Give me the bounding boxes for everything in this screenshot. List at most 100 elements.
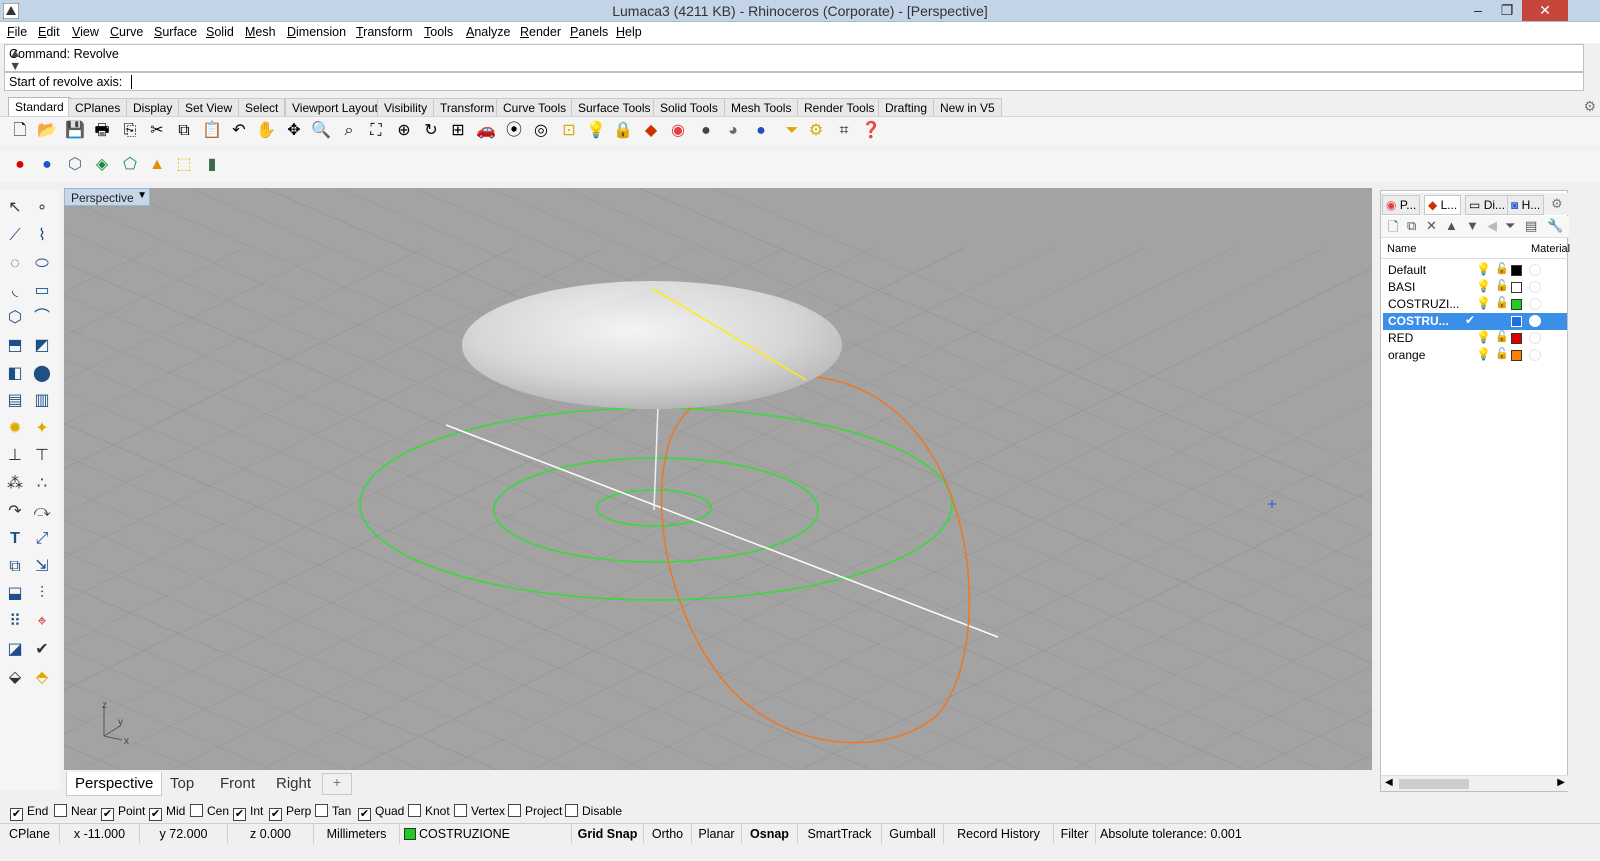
layer-tools-wrench-icon[interactable]: 🔧: [1547, 218, 1563, 234]
join-icon[interactable]: ↷: [3, 500, 27, 524]
layer-material-icon[interactable]: [1529, 281, 1541, 293]
osnap-point-checkbox[interactable]: ✔: [101, 808, 114, 821]
close-button[interactable]: ✕: [1522, 0, 1568, 21]
menu-view[interactable]: View: [72, 25, 99, 39]
filter-icon[interactable]: ⏷: [781, 120, 803, 142]
move-view-icon[interactable]: ✥: [283, 120, 305, 142]
layer-visible-bulb-icon[interactable]: 💡: [1476, 262, 1491, 276]
viewport-menu-chevron-down-icon[interactable]: ▼: [137, 190, 147, 201]
toolbar-settings-gear-icon[interactable]: ⚙: [1583, 98, 1596, 115]
history-scroll-down-icon[interactable]: ▼: [9, 59, 1581, 73]
zoom-window-icon[interactable]: ⌕: [338, 120, 360, 142]
layers-horizontal-scrollbar[interactable]: ◀ ▶: [1381, 775, 1569, 791]
tab-set-view[interactable]: Set View: [178, 98, 240, 116]
surface-points-icon[interactable]: ⬒: [3, 334, 27, 358]
tab-surface-tools[interactable]: Surface Tools: [571, 98, 658, 116]
menu-curve[interactable]: Curve: [110, 25, 143, 39]
scroll-thumb[interactable]: [1399, 779, 1469, 789]
properties-icon[interactable]: ⌗: [833, 120, 855, 142]
layer-unlock-icon[interactable]: 🔓: [1495, 262, 1509, 275]
layer-color-swatch[interactable]: [1511, 265, 1522, 276]
osnap-int-checkbox[interactable]: ✔: [233, 808, 246, 821]
rotate-view-icon[interactable]: ↻: [420, 120, 442, 142]
layer-color-swatch[interactable]: [1511, 282, 1522, 293]
box-icon[interactable]: ⬡: [64, 154, 86, 176]
minimize-button[interactable]: –: [1463, 0, 1493, 21]
arc-icon[interactable]: ◟: [3, 279, 27, 303]
filter-toggle[interactable]: Filter: [1054, 824, 1096, 845]
trim-icon[interactable]: ⊥: [3, 444, 27, 468]
green-shape-icon[interactable]: ◈: [91, 154, 113, 176]
layer-color-swatch[interactable]: [1511, 316, 1522, 327]
rectangle-icon[interactable]: ▭: [30, 279, 54, 303]
menu-analyze[interactable]: Analyze: [466, 25, 510, 39]
new-file-icon[interactable]: 🗋: [9, 120, 31, 142]
menu-panels[interactable]: Panels: [570, 25, 608, 39]
osnap-project[interactable]: Project: [508, 804, 562, 818]
osnap-cen[interactable]: Cen: [190, 804, 229, 818]
point-icon[interactable]: ∘: [30, 196, 54, 220]
move-down-icon[interactable]: ▼: [1466, 218, 1479, 233]
osnap-vertex[interactable]: Vertex: [454, 804, 505, 818]
smarttrack-toggle[interactable]: SmartTrack: [798, 824, 882, 845]
viewport-title[interactable]: Perspective ▼: [64, 188, 150, 206]
ungroup-icon[interactable]: ∴: [30, 472, 54, 496]
car-icon[interactable]: 🚗: [475, 120, 497, 142]
layer-row-default[interactable]: Default 💡 🔓: [1383, 262, 1567, 279]
status-current-layer[interactable]: COSTRUZIONE: [400, 824, 572, 845]
layer-unlock-icon[interactable]: 🔓: [1495, 330, 1509, 343]
osnap-vertex-checkbox[interactable]: [454, 804, 467, 817]
menu-dimension[interactable]: Dimension: [287, 25, 346, 39]
layer-row-costru-current[interactable]: COSTRU... ✔: [1383, 313, 1567, 330]
layer-visible-bulb-icon[interactable]: 💡: [1476, 330, 1491, 344]
osnap-cen-checkbox[interactable]: [190, 804, 203, 817]
color-wheel-icon[interactable]: ◉: [667, 120, 689, 142]
osnap-perp-checkbox[interactable]: ✔: [269, 808, 282, 821]
boolean-icon[interactable]: ⬤: [30, 362, 54, 386]
osnap-quad[interactable]: ✔ Quad: [358, 804, 404, 821]
layer-icon[interactable]: ◆: [640, 120, 662, 142]
menu-tools[interactable]: Tools: [424, 25, 453, 39]
vptab-front[interactable]: Front: [212, 772, 263, 796]
extrusion-icon[interactable]: ▮: [201, 154, 223, 176]
new-layer-icon[interactable]: 🗋: [1388, 218, 1398, 240]
osnap-tan[interactable]: Tan: [315, 804, 351, 818]
select-icon[interactable]: ◎: [530, 120, 552, 142]
delete-layer-icon[interactable]: ✕: [1426, 218, 1437, 234]
tab-solid-tools[interactable]: Solid Tools: [653, 98, 725, 116]
osnap-perp[interactable]: ✔ Perp: [269, 804, 311, 821]
viewport-layout-icon[interactable]: ⊞: [447, 120, 469, 142]
osnap-end-checkbox[interactable]: ✔: [10, 808, 23, 821]
layer-color-swatch[interactable]: [1511, 350, 1522, 361]
layer-unlock-icon[interactable]: 🔓: [1495, 279, 1509, 292]
mesh-icon[interactable]: ▤: [3, 389, 27, 413]
planar-toggle[interactable]: Planar: [692, 824, 742, 845]
shaded-sphere-icon[interactable]: ●: [695, 120, 717, 142]
polygon-icon[interactable]: ⬡: [3, 306, 27, 330]
panel-settings-gear-icon[interactable]: ⚙: [1551, 196, 1563, 212]
render-sphere-icon[interactable]: ◕: [722, 120, 744, 142]
tab-drafting[interactable]: Drafting: [878, 98, 935, 116]
split-icon[interactable]: ⊤: [30, 444, 54, 468]
command-line[interactable]: Start of revolve axis:: [4, 72, 1584, 91]
undo-icon[interactable]: ↶: [228, 120, 250, 142]
print-icon[interactable]: 🖶: [91, 120, 113, 142]
panel-tab-layers[interactable]: ◆ L...: [1424, 195, 1462, 215]
perspective-viewport[interactable]: z y x Perspective ▼: [64, 188, 1372, 770]
vptab-top[interactable]: Top: [162, 772, 202, 796]
menu-surface[interactable]: Surface: [154, 25, 197, 39]
osnap-int[interactable]: ✔ Int: [233, 804, 263, 821]
tab-mesh-tools[interactable]: Mesh Tools: [724, 98, 799, 116]
blue-sphere-icon[interactable]: ●: [36, 154, 58, 176]
check-icon[interactable]: ✔: [30, 638, 54, 662]
history-scroll-up-icon[interactable]: ▲: [9, 46, 1581, 60]
select-arrow-icon[interactable]: ↖: [3, 196, 27, 220]
restore-button[interactable]: ❐: [1492, 0, 1522, 21]
surface-curve-icon[interactable]: ◩: [30, 334, 54, 358]
osnap-project-checkbox[interactable]: [508, 804, 521, 817]
layer-material-icon[interactable]: [1529, 332, 1541, 344]
layer-unlock-icon[interactable]: 🔓: [1495, 296, 1509, 309]
layer-material-icon[interactable]: [1529, 298, 1541, 310]
osnap-disable[interactable]: Disable: [565, 804, 622, 818]
display-mode-icon[interactable]: ⦿: [503, 120, 525, 142]
